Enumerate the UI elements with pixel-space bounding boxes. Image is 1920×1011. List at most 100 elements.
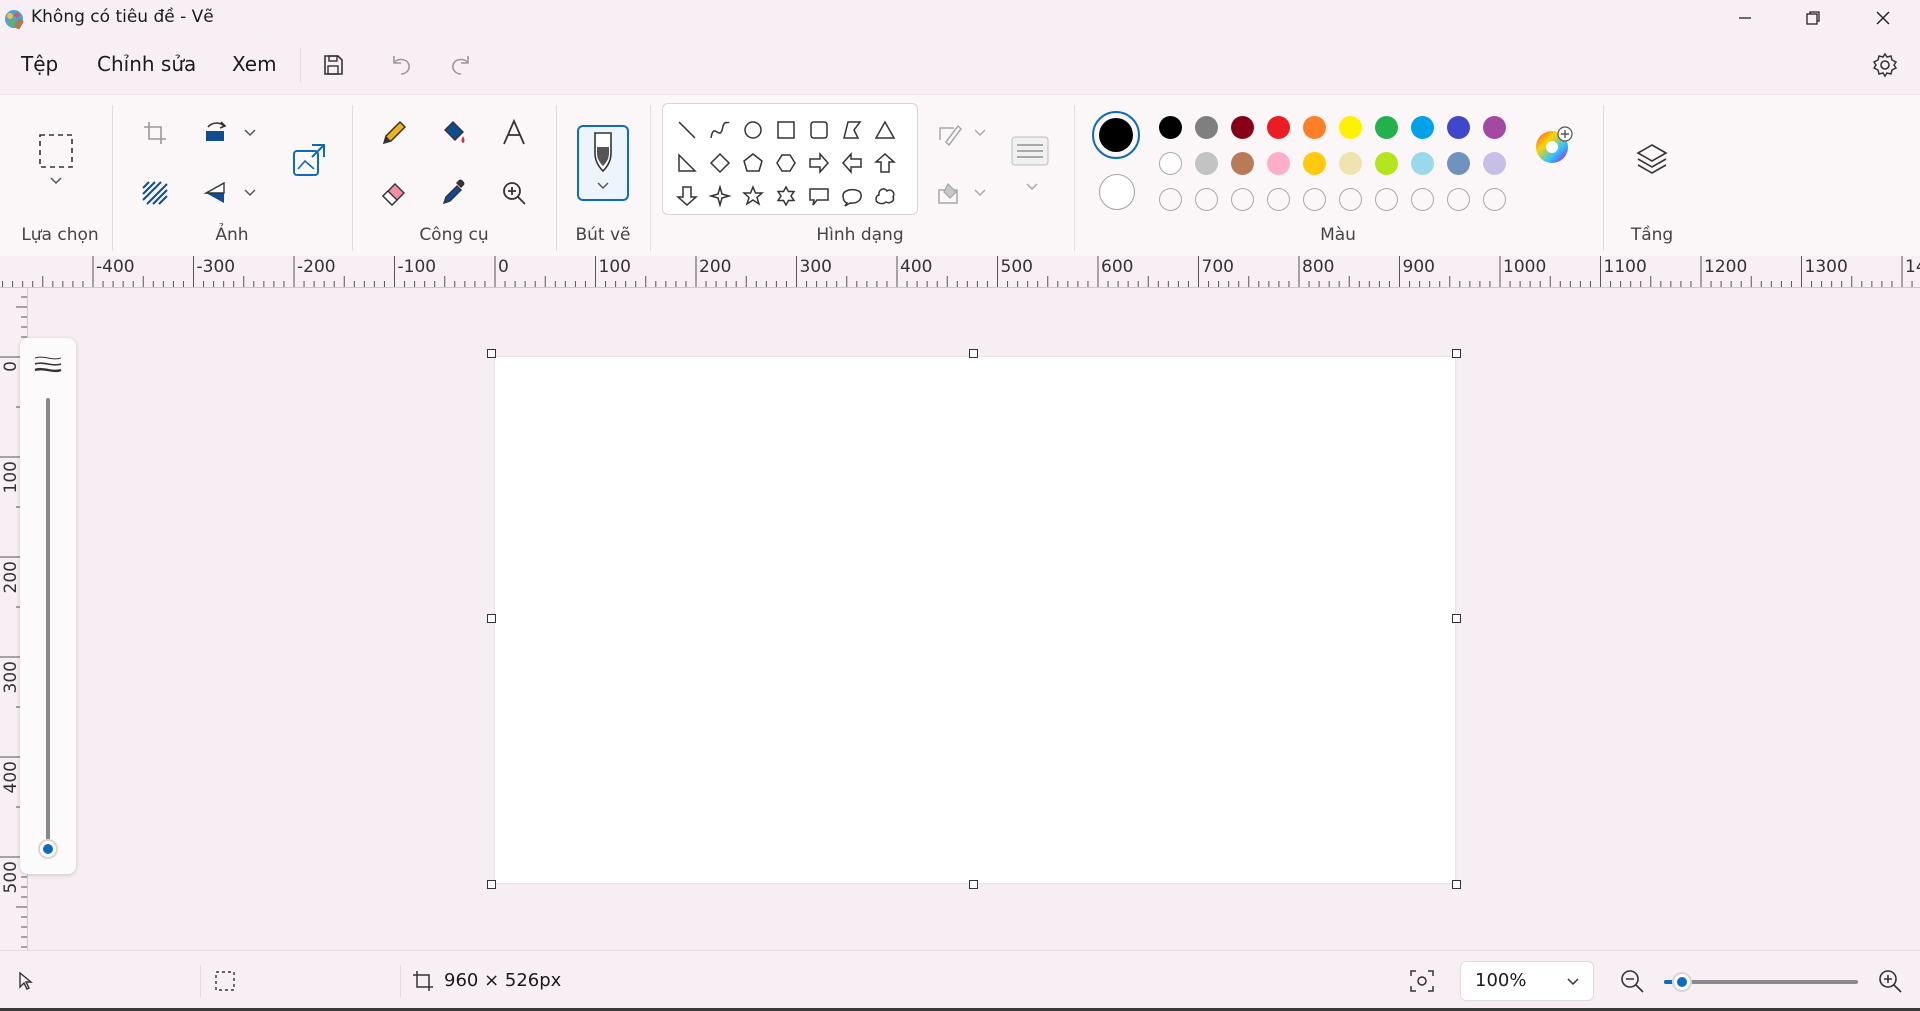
shape-up-arrow-icon[interactable] (874, 152, 896, 173)
layers-button[interactable] (1632, 139, 1672, 179)
maximize-button[interactable] (1778, 0, 1848, 36)
canvas-resize-handle[interactable] (969, 880, 978, 889)
color-swatch[interactable] (1411, 152, 1434, 175)
color-swatch[interactable] (1339, 152, 1362, 175)
magnifier-button[interactable] (494, 173, 534, 213)
undo-button[interactable] (384, 48, 418, 82)
shape-five-point-star-icon[interactable] (742, 185, 764, 206)
fit-to-window-button[interactable] (1402, 961, 1442, 1001)
color-swatch[interactable] (1159, 116, 1182, 139)
close-button[interactable] (1848, 0, 1918, 36)
custom-color-slot[interactable] (1303, 188, 1326, 211)
shape-curve-icon[interactable] (710, 121, 730, 139)
custom-color-slot[interactable] (1483, 188, 1506, 211)
custom-color-slot[interactable] (1195, 188, 1218, 211)
color-swatch[interactable] (1303, 116, 1326, 139)
rotate-button[interactable] (196, 113, 236, 153)
color-swatch[interactable] (1267, 152, 1290, 175)
color-picker-button[interactable] (434, 173, 474, 213)
color-swatch[interactable] (1195, 152, 1218, 175)
settings-button[interactable] (1868, 48, 1902, 82)
color-swatch[interactable] (1411, 116, 1434, 139)
canvas-resize-handle[interactable] (487, 349, 496, 358)
brushes-button[interactable] (577, 125, 629, 201)
shape-triangle-icon[interactable] (874, 120, 896, 139)
custom-color-slot[interactable] (1267, 188, 1290, 211)
shape-hexagon-icon[interactable] (776, 154, 796, 172)
shape-down-arrow-icon[interactable] (676, 186, 698, 207)
text-button[interactable] (494, 113, 534, 153)
color-swatch[interactable] (1339, 116, 1362, 139)
flip-dropdown[interactable] (236, 173, 264, 213)
custom-color-slot[interactable] (1411, 188, 1434, 211)
custom-color-slot[interactable] (1375, 188, 1398, 211)
color-swatch[interactable] (1447, 116, 1470, 139)
resize-image-button[interactable] (288, 139, 330, 181)
custom-color-slot[interactable] (1231, 188, 1254, 211)
secondary-color-button[interactable] (1099, 174, 1135, 210)
rotate-dropdown[interactable] (236, 113, 264, 153)
shape-oval-callout-icon[interactable] (842, 188, 862, 207)
shape-style-dropdown[interactable] (1012, 177, 1052, 197)
brush-size-thumb[interactable] (38, 838, 58, 859)
fill-button[interactable] (434, 113, 474, 153)
canvas-resize-handle[interactable] (487, 614, 496, 623)
color-swatch[interactable] (1195, 116, 1218, 139)
shape-line-icon[interactable] (678, 121, 696, 139)
shape-right-triangle-icon[interactable] (678, 153, 697, 172)
shape-fill-dropdown[interactable] (966, 173, 994, 213)
remove-background-button[interactable] (135, 173, 175, 213)
zoom-out-button[interactable] (1612, 961, 1652, 1001)
shape-four-point-star-icon[interactable] (708, 184, 732, 208)
zoom-slider-thumb[interactable] (1671, 972, 1692, 992)
canvas-resize-handle[interactable] (1452, 349, 1461, 358)
custom-color-slot[interactable] (1159, 188, 1182, 211)
select-dropdown[interactable] (36, 171, 76, 191)
menu-view[interactable]: Xem (232, 52, 277, 76)
color-swatch[interactable] (1231, 152, 1254, 175)
shape-outline-button[interactable] (934, 113, 966, 153)
brush-size-track[interactable] (46, 398, 50, 858)
menu-file[interactable]: Tệp (21, 52, 58, 76)
shape-rectangle-icon[interactable] (777, 121, 795, 139)
color-swatch[interactable] (1483, 152, 1506, 175)
select-button[interactable] (36, 131, 76, 171)
zoom-in-button[interactable] (1870, 961, 1910, 1001)
color-swatch[interactable] (1303, 152, 1326, 175)
drawing-canvas[interactable] (495, 357, 1455, 883)
eraser-button[interactable] (374, 173, 414, 213)
shape-oval-icon[interactable] (744, 121, 762, 139)
color-swatch[interactable] (1159, 152, 1182, 175)
canvas-resize-handle[interactable] (1452, 614, 1461, 623)
menu-edit[interactable]: Chỉnh sửa (97, 52, 196, 76)
shape-diamond-icon[interactable] (709, 152, 731, 174)
edit-colors-button[interactable] (1532, 123, 1576, 167)
color-swatch[interactable] (1375, 152, 1398, 175)
flip-button[interactable] (196, 173, 236, 213)
canvas-resize-handle[interactable] (487, 880, 496, 889)
shape-outline-dropdown[interactable] (966, 113, 994, 153)
color-swatch[interactable] (1447, 152, 1470, 175)
color-swatch[interactable] (1267, 116, 1290, 139)
color-swatch[interactable] (1231, 116, 1254, 139)
pencil-button[interactable] (374, 113, 414, 153)
shape-rectangular-callout-icon[interactable] (809, 188, 829, 206)
shape-right-arrow-icon[interactable] (809, 152, 830, 174)
zoom-slider-track[interactable] (1664, 980, 1858, 984)
shape-pentagon-icon[interactable] (743, 153, 763, 172)
redo-button[interactable] (444, 48, 478, 82)
zoom-dropdown[interactable]: 100% (1460, 961, 1594, 1001)
primary-color-button[interactable] (1092, 111, 1140, 159)
minimize-button[interactable] (1710, 0, 1780, 36)
shape-polygon-icon[interactable] (843, 121, 862, 139)
shape-style-button[interactable] (1010, 131, 1050, 171)
crop-button[interactable] (135, 113, 175, 153)
shape-cloud-callout-icon[interactable] (875, 188, 895, 205)
color-swatch[interactable] (1483, 116, 1506, 139)
shape-rounded-rectangle-icon[interactable] (810, 121, 828, 139)
color-swatch[interactable] (1375, 116, 1398, 139)
canvas-resize-handle[interactable] (969, 349, 978, 358)
shape-six-point-star-icon[interactable] (776, 185, 796, 207)
save-button[interactable] (316, 48, 350, 82)
shape-fill-button[interactable] (934, 173, 966, 213)
